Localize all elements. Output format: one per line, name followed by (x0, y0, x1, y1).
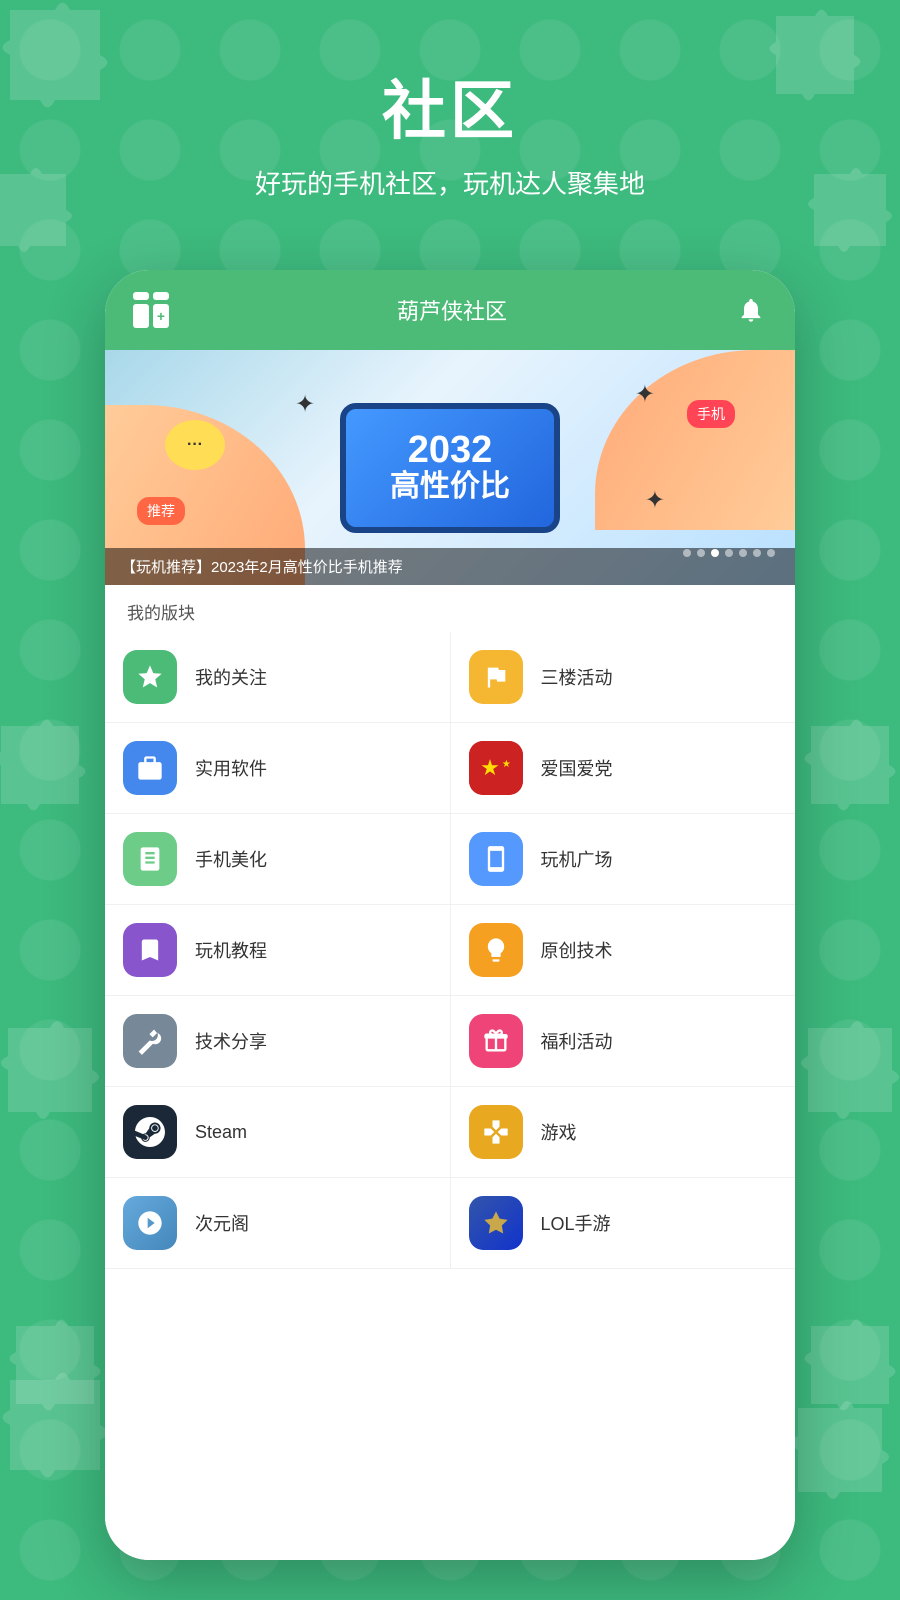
grid-cell-1 (133, 292, 149, 300)
phone-inner: 葫芦侠社区 2032 高性价比 (105, 270, 795, 1560)
beautify-label: 手机美化 (195, 846, 267, 872)
grid-icon[interactable] (133, 292, 169, 328)
menu-item-play-square[interactable]: 玩机广场 (451, 814, 796, 904)
anime-label: 次元阁 (195, 1210, 249, 1236)
software-label: 实用软件 (195, 755, 267, 781)
game-label: 游戏 (541, 1119, 577, 1145)
recommend-badge: 推荐 (137, 497, 185, 525)
app-header: 葫芦侠社区 (105, 270, 795, 350)
book-icon (123, 832, 177, 886)
menu-row-2: 实用软件 ★ ★ 爱国爱党 (105, 723, 795, 814)
menu-item-my-follow[interactable]: 我的关注 (105, 632, 451, 722)
title-section: 社区 好玩的手机社区，玩机达人聚集地 (0, 60, 900, 201)
dot-6 (753, 549, 761, 557)
grid-cell-3 (133, 304, 149, 328)
menu-item-anime[interactable]: 次元阁 (105, 1178, 451, 1268)
welfare-label: 福利活动 (541, 1028, 613, 1054)
sparkle-3: ✦ (645, 486, 665, 515)
steam-label: Steam (195, 1122, 247, 1143)
phone-mockup: 葫芦侠社区 2032 高性价比 (105, 270, 795, 1560)
game-icon (469, 1105, 523, 1159)
menu-item-original-tech[interactable]: 原创技术 (451, 905, 796, 995)
dot-4 (725, 549, 733, 557)
menu-row-4: 玩机教程 原创技术 (105, 905, 795, 996)
my-follow-label: 我的关注 (195, 664, 267, 690)
star-icon (123, 650, 177, 704)
section-label: 我的版块 (105, 585, 795, 632)
lol-label: LOL手游 (541, 1210, 611, 1236)
3rd-floor-label: 三楼活动 (541, 664, 613, 690)
menu-row-7: 次元阁 LOL手游 (105, 1178, 795, 1269)
lol-icon (469, 1196, 523, 1250)
chat-bubble (165, 420, 225, 470)
bell-svg (737, 296, 765, 324)
banner-text-line1: 2032 (390, 431, 510, 469)
china-flag-icon: ★ ★ (469, 741, 523, 795)
dot-2 (697, 549, 705, 557)
wrench-icon (123, 1014, 177, 1068)
phone-icon (469, 832, 523, 886)
box-icon (123, 741, 177, 795)
menu-item-game[interactable]: 游戏 (451, 1087, 796, 1177)
original-tech-label: 原创技术 (541, 937, 613, 963)
menu-row-1: 我的关注 三楼活动 (105, 632, 795, 723)
menu-item-beautify[interactable]: 手机美化 (105, 814, 451, 904)
menu-item-lol[interactable]: LOL手游 (451, 1178, 796, 1268)
tech-share-label: 技术分享 (195, 1028, 267, 1054)
banner-text-line2: 高性价比 (390, 469, 510, 505)
menu-item-3rd-floor[interactable]: 三楼活动 (451, 632, 796, 722)
sparkle-1: ✦ (295, 390, 315, 419)
menu-item-patriotic[interactable]: ★ ★ 爱国爱党 (451, 723, 796, 813)
gift-icon (469, 1014, 523, 1068)
menu-item-welfare[interactable]: 福利活动 (451, 996, 796, 1086)
anime-icon (123, 1196, 177, 1250)
dot-1 (683, 549, 691, 557)
mobile-badge: 手机 (687, 400, 735, 428)
patriotic-label: 爱国爱党 (541, 755, 613, 781)
bookmark-icon (123, 923, 177, 977)
grid-cell-plus (153, 304, 169, 328)
menu-row-5: 技术分享 福利活动 (105, 996, 795, 1087)
menu-item-tech-share[interactable]: 技术分享 (105, 996, 451, 1086)
bell-icon[interactable] (735, 294, 767, 326)
steam-icon (123, 1105, 177, 1159)
page-title: 社区 (0, 60, 900, 152)
tutorial-label: 玩机教程 (195, 937, 267, 963)
hand-right (595, 350, 795, 530)
menu-item-software[interactable]: 实用软件 (105, 723, 451, 813)
page-subtitle: 好玩的手机社区，玩机达人聚集地 (0, 164, 900, 201)
app-title: 葫芦侠社区 (397, 294, 507, 326)
menu-item-tutorial[interactable]: 玩机教程 (105, 905, 451, 995)
banner-container: 2032 高性价比 ✦ ✦ ✦ 推荐 手机 【玩机推荐】2023年2月高性价比手… (105, 350, 795, 585)
mini-phone: 2032 高性价比 (340, 403, 560, 533)
menu-row-6: Steam 游戏 (105, 1087, 795, 1178)
play-square-label: 玩机广场 (541, 846, 613, 872)
dot-3-active (711, 549, 719, 557)
menu-row-3: 手机美化 玩机广场 (105, 814, 795, 905)
menu-item-steam[interactable]: Steam (105, 1087, 451, 1177)
flag-icon (469, 650, 523, 704)
menu-list: 我的关注 三楼活动 (105, 632, 795, 1560)
dot-7 (767, 549, 775, 557)
sparkle-2: ✦ (635, 380, 655, 409)
bulb-icon (469, 923, 523, 977)
grid-cell-2 (153, 292, 169, 300)
dot-5 (739, 549, 747, 557)
banner-dots (683, 549, 775, 557)
